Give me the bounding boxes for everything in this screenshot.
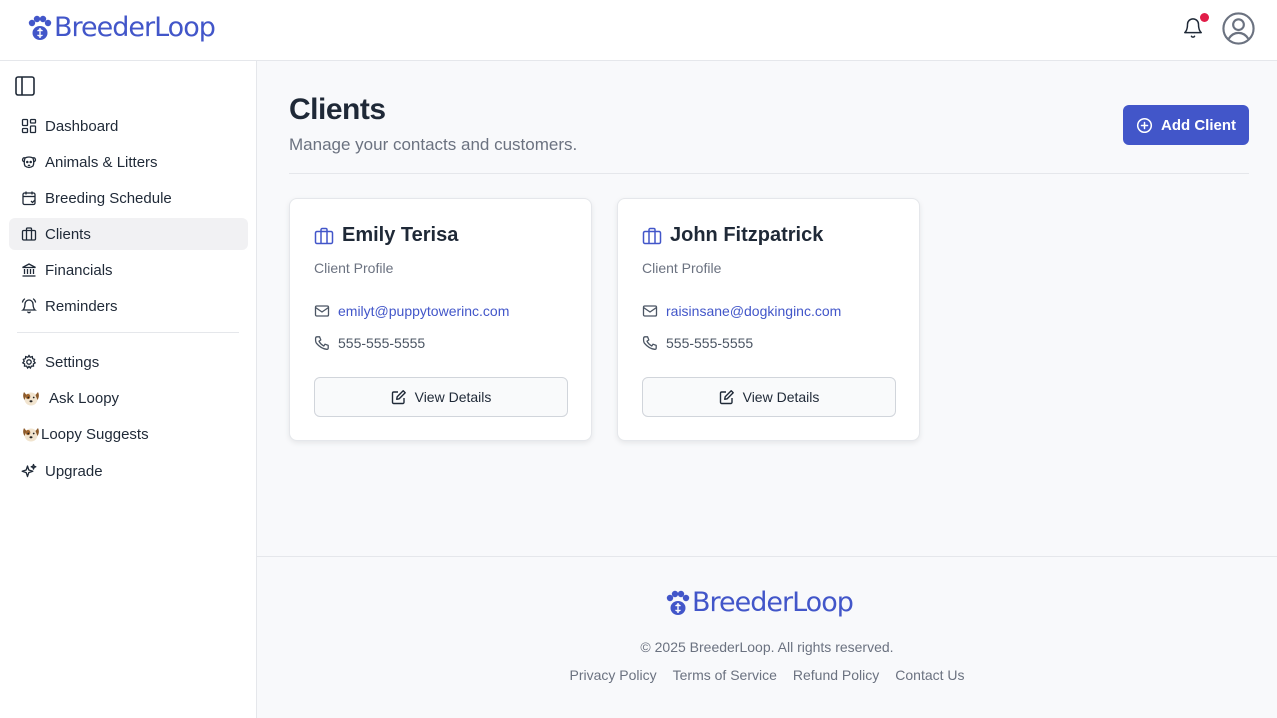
client-name: Emily Terisa bbox=[342, 224, 459, 246]
sidebar-item-dashboard[interactable]: Dashboard bbox=[9, 110, 248, 142]
sidebar-toggle-icon[interactable] bbox=[14, 75, 36, 97]
copyright-text: © 2025 BreederLoop. All rights reserved. bbox=[640, 639, 894, 655]
paw-icon bbox=[666, 590, 690, 615]
add-client-label: Add Client bbox=[1161, 116, 1236, 134]
client-card-subtitle: Client Profile bbox=[642, 260, 722, 276]
bell-ring-icon bbox=[21, 298, 37, 314]
client-card-subtitle: Client Profile bbox=[314, 260, 394, 276]
client-phone-row[interactable]: 555-555-5555 bbox=[642, 335, 753, 351]
edit-icon bbox=[719, 390, 734, 405]
edit-icon bbox=[391, 390, 406, 405]
client-card: John Fitzpatrick Client Profile raisinsa… bbox=[617, 198, 920, 441]
sidebar-item-label: Ask Loopy bbox=[49, 389, 120, 407]
sidebar-item-reminders[interactable]: Reminders bbox=[9, 290, 248, 322]
client-phone: 555-555-5555 bbox=[666, 335, 754, 351]
dashboard-icon bbox=[21, 118, 37, 134]
footer-link-privacy[interactable]: Privacy Policy bbox=[569, 667, 656, 683]
client-name-heading: John Fitzpatrick bbox=[642, 224, 823, 247]
paw-icon bbox=[28, 15, 52, 40]
sidebar-divider bbox=[17, 332, 239, 333]
footer: BreederLoop © 2025 BreederLoop. All righ… bbox=[257, 556, 1277, 718]
plus-circle-icon bbox=[1136, 117, 1153, 133]
view-details-label: View Details bbox=[414, 389, 492, 405]
mail-icon bbox=[642, 305, 658, 317]
sidebar-item-label: Dashboard bbox=[45, 117, 119, 135]
footer-links: Privacy Policy Terms of Service Refund P… bbox=[257, 667, 1277, 683]
sidebar-item-label: Animals & Litters bbox=[45, 153, 158, 171]
sidebar-item-upgrade[interactable]: Upgrade bbox=[9, 455, 248, 487]
sidebar-item-label: Loopy Suggests bbox=[41, 425, 149, 443]
briefcase-icon bbox=[21, 227, 37, 241]
briefcase-icon bbox=[314, 227, 334, 244]
client-email-row[interactable]: raisinsane@dogkinginc.com bbox=[642, 303, 841, 319]
brand-name: BreederLoop bbox=[54, 12, 216, 43]
view-details-label: View Details bbox=[742, 389, 820, 405]
client-card: Emily Terisa Client Profile emilyt@puppy… bbox=[289, 198, 592, 441]
add-client-button[interactable]: Add Client bbox=[1123, 105, 1249, 145]
user-avatar-icon[interactable] bbox=[1221, 11, 1256, 46]
notification-badge bbox=[1200, 13, 1209, 22]
dog-emoji-icon bbox=[23, 428, 39, 442]
page-subtitle: Manage your contacts and customers. bbox=[289, 135, 578, 154]
sidebar-item-animals-litters[interactable]: Animals & Litters bbox=[9, 146, 248, 178]
gear-icon bbox=[21, 354, 37, 370]
client-email[interactable]: emilyt@puppytowerinc.com bbox=[338, 303, 509, 319]
view-details-button[interactable]: View Details bbox=[642, 377, 896, 417]
sidebar-item-ask-loopy[interactable]: Ask Loopy bbox=[9, 382, 248, 414]
main-content: Clients Manage your contacts and custome… bbox=[257, 61, 1277, 557]
sidebar-item-clients[interactable]: Clients bbox=[9, 218, 248, 250]
client-name: John Fitzpatrick bbox=[670, 224, 824, 246]
sidebar-item-settings[interactable]: Settings bbox=[9, 346, 248, 378]
client-phone-row[interactable]: 555-555-5555 bbox=[314, 335, 425, 351]
sidebar-item-breeding-schedule[interactable]: Breeding Schedule bbox=[9, 182, 248, 214]
sidebar-item-label: Upgrade bbox=[45, 462, 103, 480]
sidebar: Dashboard Animals & Litters Breeding Sch… bbox=[0, 61, 257, 718]
client-name-heading: Emily Terisa bbox=[314, 224, 458, 247]
brand-logo[interactable]: BreederLoop bbox=[25, 12, 216, 43]
view-details-button[interactable]: View Details bbox=[314, 377, 568, 417]
dog-face-icon bbox=[21, 156, 37, 169]
sidebar-item-label: Reminders bbox=[45, 297, 118, 315]
calendar-icon bbox=[22, 191, 36, 206]
client-phone: 555-555-5555 bbox=[338, 335, 426, 351]
brand-name: BreederLoop bbox=[692, 587, 854, 618]
client-email-row[interactable]: emilyt@puppytowerinc.com bbox=[314, 303, 509, 319]
sidebar-item-label: Settings bbox=[45, 353, 100, 371]
sidebar-item-loopy-suggests[interactable]: Loopy Suggests bbox=[9, 418, 248, 450]
bank-icon bbox=[22, 263, 36, 277]
top-bar: BreederLoop bbox=[0, 0, 1277, 61]
phone-icon bbox=[642, 336, 657, 350]
sidebar-item-label: Breeding Schedule bbox=[45, 189, 172, 207]
dog-emoji-icon bbox=[23, 392, 39, 406]
header-divider bbox=[289, 173, 1249, 174]
mail-icon bbox=[314, 305, 330, 317]
footer-link-refund[interactable]: Refund Policy bbox=[793, 667, 879, 683]
briefcase-icon bbox=[642, 227, 662, 244]
phone-icon bbox=[314, 336, 329, 350]
sidebar-item-label: Clients bbox=[45, 225, 91, 243]
footer-link-terms[interactable]: Terms of Service bbox=[673, 667, 777, 683]
page-title: Clients bbox=[289, 93, 386, 126]
sidebar-item-label: Financials bbox=[45, 261, 113, 279]
sparkles-icon bbox=[21, 463, 37, 478]
sidebar-item-financials[interactable]: Financials bbox=[9, 254, 248, 286]
client-email[interactable]: raisinsane@dogkinginc.com bbox=[666, 303, 841, 319]
footer-logo[interactable]: BreederLoop bbox=[663, 587, 854, 618]
footer-link-contact[interactable]: Contact Us bbox=[895, 667, 964, 683]
